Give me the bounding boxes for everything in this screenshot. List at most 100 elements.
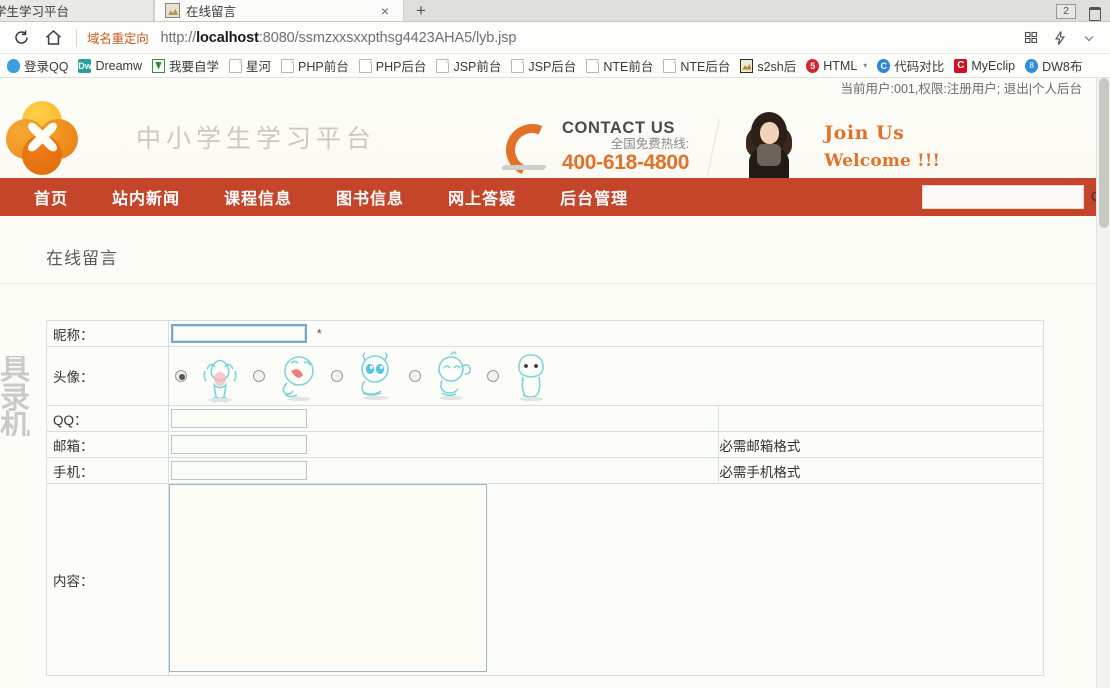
tab-student-platform[interactable]: 学生学习平台 <box>0 0 154 21</box>
qq-cell <box>167 405 720 432</box>
nav-item-book-info[interactable]: 图书信息 <box>314 185 426 209</box>
bookmark-label: HTML <box>823 58 858 73</box>
bookmark-s2sh[interactable]: s2sh后 <box>735 56 801 75</box>
avatar-waving-icon[interactable] <box>427 349 481 403</box>
join-us-text: Join Us <box>824 121 905 144</box>
phone-icon <box>500 121 552 173</box>
bookmark-jsp-front[interactable]: JSP前台 <box>431 56 506 75</box>
bookmark-php-back[interactable]: PHP后台 <box>354 56 432 75</box>
bookmarks-bar: 登录QQ Dw Dreamw 我要自学 星河 PHP前台 PHP后台 JSP前台 <box>0 54 1110 78</box>
welcome-text: Welcome !!! <box>824 151 941 172</box>
bookmark-label: DW8布 <box>1042 60 1083 74</box>
chevron-down-icon[interactable] <box>1076 26 1102 50</box>
qq-input[interactable] <box>171 409 307 428</box>
bookmark-nte-back[interactable]: NTE后台 <box>658 56 735 75</box>
avatar-cell <box>168 346 1044 406</box>
nickname-required-mark: * <box>316 325 322 341</box>
home-icon[interactable] <box>40 26 66 50</box>
content-cell <box>168 483 1044 676</box>
nickname-input[interactable] <box>171 324 307 343</box>
bookmark-label: JSP后台 <box>528 60 577 74</box>
header-divider <box>707 119 721 175</box>
bookmark-dw8[interactable]: 8 DW8布 <box>1020 56 1087 75</box>
logo-cross-icon <box>24 119 60 155</box>
search-box[interactable] <box>922 185 1104 209</box>
avatar-radio-1[interactable] <box>175 370 187 382</box>
avatar-standing-icon[interactable] <box>505 349 559 403</box>
myeclipse-icon: C <box>954 58 968 73</box>
bookmark-label: NTE前台 <box>603 60 654 74</box>
avatar-laughing-icon[interactable] <box>271 349 325 403</box>
toolbar-divider <box>76 28 77 47</box>
qq-hint-cell <box>718 405 1044 432</box>
reload-icon[interactable] <box>8 26 34 50</box>
tab-close-icon[interactable]: × <box>377 4 393 18</box>
nickname-label: 昵称： <box>46 320 169 347</box>
scrollbar-thumb[interactable] <box>1099 78 1109 228</box>
avatar-teary-eyes-icon[interactable] <box>349 349 403 403</box>
main-navigation: 首页 站内新闻 课程信息 图书信息 网上答疑 后台管理 <box>0 178 1104 216</box>
tab-title: 在线留言 <box>186 5 237 19</box>
form-row-email: 邮箱： 必需邮箱格式 <box>46 431 1044 458</box>
bookmark-nte-front[interactable]: NTE前台 <box>581 56 658 75</box>
nav-item-site-news[interactable]: 站内新闻 <box>90 185 202 209</box>
html-icon: 5 <box>806 58 820 73</box>
green-triangle-icon <box>152 58 165 73</box>
bookmark-php-front[interactable]: PHP前台 <box>276 56 354 75</box>
site-logo[interactable] <box>6 101 78 175</box>
content-textarea[interactable] <box>169 484 487 672</box>
qq-icon <box>7 58 20 73</box>
search-input[interactable] <box>923 190 1090 204</box>
compare-icon: C <box>877 58 891 73</box>
bookmark-self-study[interactable]: 我要自学 <box>147 56 224 75</box>
contact-text: CONTACT US 全国免费热线: 400-618-4800 <box>562 119 689 175</box>
bookmark-jsp-back[interactable]: JSP后台 <box>506 56 581 75</box>
nickname-cell: * <box>168 320 1044 347</box>
image-icon <box>740 58 754 73</box>
phone-input[interactable] <box>171 461 307 480</box>
bookmark-label: s2sh后 <box>757 60 797 74</box>
email-hint: 必需邮箱格式 <box>718 431 1044 458</box>
current-user-info[interactable]: 当前用户:001,权限:注册用户; 退出|个人后台 <box>841 78 1082 97</box>
join-block: Join Us Welcome !!! <box>824 122 940 173</box>
site-title: 中小学生学习平台 <box>136 124 377 153</box>
new-tab-button[interactable]: + <box>404 2 438 21</box>
bookmark-label: 我要自学 <box>169 60 220 74</box>
bookmark-myeclipse[interactable]: C MyEclip <box>949 58 1020 73</box>
dw8-icon: 8 <box>1025 58 1039 73</box>
bookmark-label: 代码对比 <box>894 60 945 74</box>
form-row-phone: 手机： 必需手机格式 <box>46 457 1044 484</box>
avatar-radio-3[interactable] <box>331 370 343 382</box>
phone-cell <box>167 457 720 484</box>
nav-item-home[interactable]: 首页 <box>12 185 90 209</box>
tab-online-message[interactable]: 在线留言 × <box>154 0 404 21</box>
nav-item-course-info[interactable]: 课程信息 <box>202 185 314 209</box>
doc-icon <box>281 58 295 73</box>
tab-count-badge[interactable]: 2 <box>1056 4 1076 19</box>
content-label: 内容： <box>46 483 169 676</box>
page-content: 在线留言 昵称： * 头像： QQ： 邮箱： 必需邮箱格式 手机： 必需手机格式… <box>0 216 1096 676</box>
address-bar-url[interactable]: http://localhost:8080/ssmzxxsxxpthsg4423… <box>161 30 1012 46</box>
avatar-crying-icon[interactable] <box>193 349 247 403</box>
bookmark-login-qq[interactable]: 登录QQ <box>2 56 73 75</box>
page-favicon-icon <box>165 3 180 18</box>
bookmark-label: NTE后台 <box>680 60 731 74</box>
bookmark-html[interactable]: 5 HTML ▾ <box>801 58 872 73</box>
page-scrollbar[interactable] <box>1096 78 1110 688</box>
bookmark-xinghe[interactable]: 星河 <box>224 56 276 75</box>
bookmark-code-compare[interactable]: C 代码对比 <box>872 56 949 75</box>
nav-item-admin[interactable]: 后台管理 <box>538 185 650 209</box>
avatar-radio-2[interactable] <box>253 370 265 382</box>
avatar-radio-4[interactable] <box>409 370 421 382</box>
nav-item-online-qa[interactable]: 网上答疑 <box>426 185 538 209</box>
bookmark-label: MyEclip <box>971 58 1016 73</box>
email-label: 邮箱： <box>46 431 169 458</box>
bookmark-label: PHP前台 <box>298 60 349 74</box>
email-cell <box>167 431 720 458</box>
window-restore-icon[interactable] <box>1086 5 1102 21</box>
apps-grid-icon[interactable] <box>1018 26 1044 50</box>
email-input[interactable] <box>171 435 307 454</box>
lightning-icon[interactable] <box>1047 26 1073 50</box>
bookmark-dreamweaver[interactable]: Dw Dreamw <box>73 58 147 73</box>
avatar-radio-5[interactable] <box>487 370 499 382</box>
